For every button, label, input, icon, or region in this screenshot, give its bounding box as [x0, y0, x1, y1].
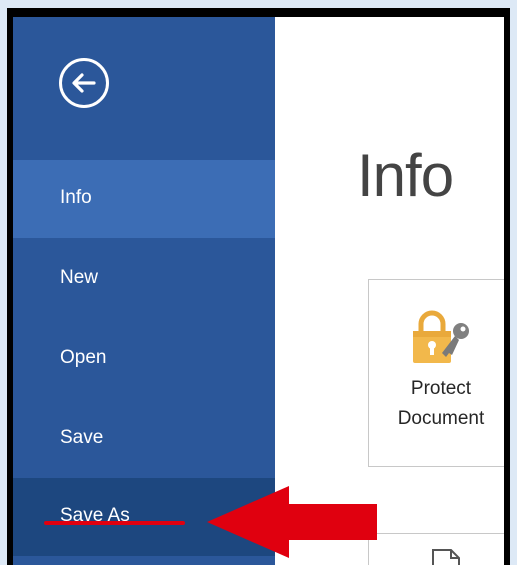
- protect-label-line1: Protect: [410, 378, 472, 399]
- page-title: Info: [357, 142, 454, 209]
- red-arrow-icon: [207, 486, 377, 558]
- protect-document-button[interactable]: Protect Document: [368, 279, 504, 467]
- nav-item-label: Open: [60, 347, 107, 368]
- next-option-button[interactable]: [368, 533, 504, 565]
- red-underline: [44, 521, 185, 525]
- lock-key-icon: [413, 310, 469, 363]
- back-button[interactable]: [59, 58, 109, 108]
- nav-item-save[interactable]: Save: [13, 400, 275, 478]
- protect-label-line2: Document: [397, 408, 485, 429]
- window-border: Info New Open Save Save As Info Protect …: [7, 8, 510, 565]
- nav-item-info[interactable]: Info: [13, 160, 275, 238]
- backstage-view: Info New Open Save Save As Info Protect …: [13, 17, 504, 565]
- nav-item-label: Info: [60, 187, 92, 208]
- protect-document-label: Protect Document: [391, 374, 491, 434]
- document-icon: [432, 549, 460, 565]
- nav-item-new[interactable]: New: [13, 240, 275, 318]
- nav-item-label: Save: [60, 427, 104, 448]
- nav-item-open[interactable]: Open: [13, 320, 275, 398]
- back-arrow-icon: [72, 73, 96, 93]
- nav-item-label: New: [60, 267, 99, 288]
- screenshot-frame: Info New Open Save Save As Info Protect …: [0, 0, 517, 565]
